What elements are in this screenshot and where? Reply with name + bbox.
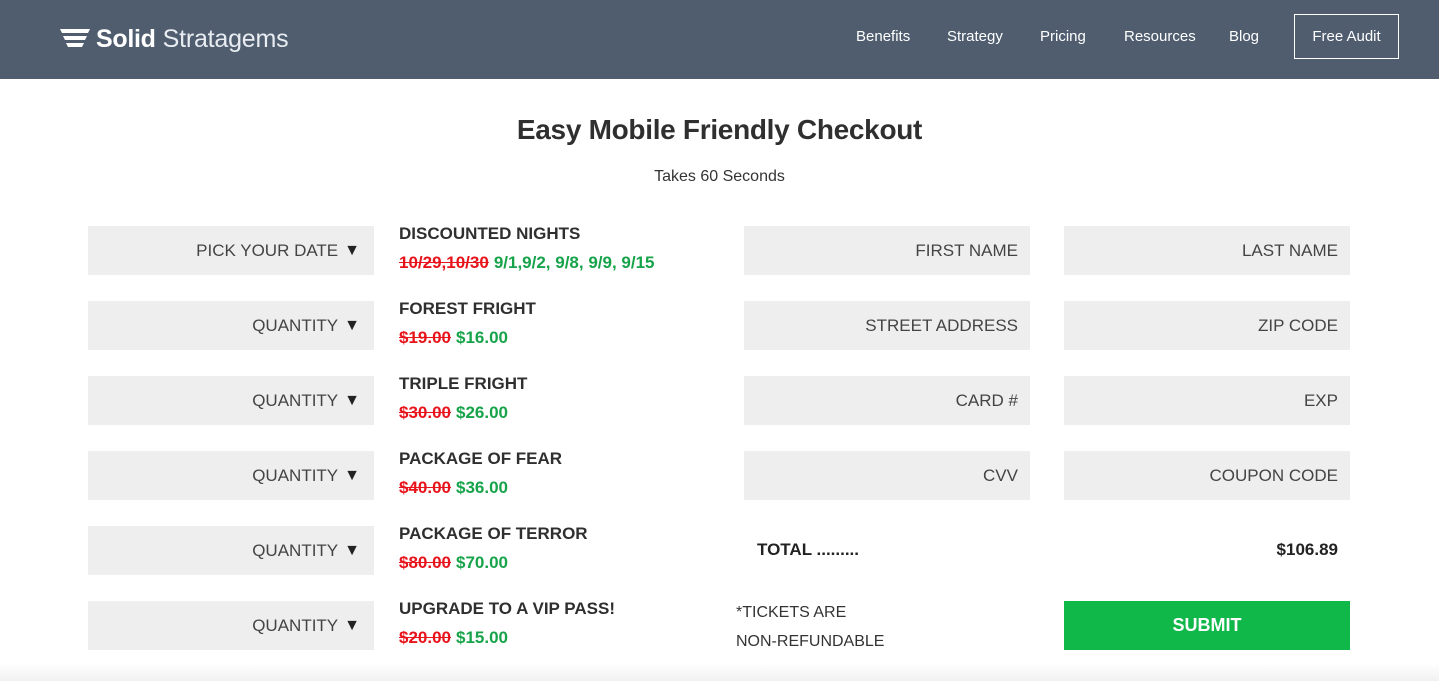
brand-name-light: Stratagems xyxy=(162,24,289,53)
product-vip-pass: UPGRADE TO A VIP PASS! $20.00 $15.00 xyxy=(399,599,729,648)
triangle-down-icon: ▼ xyxy=(344,616,360,634)
first-name-field[interactable] xyxy=(744,226,1030,275)
page-title: Easy Mobile Friendly Checkout xyxy=(516,114,923,145)
product-forest-fright: FOREST FRIGHT $19.00 $16.00 xyxy=(399,299,729,348)
quantity-select-forest-fright[interactable]: QUANTITY ▼ xyxy=(88,301,374,350)
street-address-field[interactable] xyxy=(744,301,1030,350)
coupon-code-field[interactable] xyxy=(1064,451,1350,500)
product-name: DISCOUNTED NIGHTS xyxy=(399,224,581,243)
product-package-of-terror: PACKAGE OF TERROR $80.00 $70.00 xyxy=(399,524,729,573)
product-discounted-nights: DISCOUNTED NIGHTS 10/29,10/30 9/1,9/2, 9/… xyxy=(399,224,729,273)
date-select[interactable]: PICK YOUR DATE ▼ xyxy=(88,226,374,275)
nav-resources[interactable]: Resources xyxy=(1124,26,1196,48)
new-price: $15.00 xyxy=(456,628,508,647)
nav-benefits[interactable]: Benefits xyxy=(856,26,910,48)
quantity-select-package-of-terror[interactable]: QUANTITY ▼ xyxy=(88,526,374,575)
nav-blog[interactable]: Blog xyxy=(1229,26,1259,48)
old-price: $30.00 xyxy=(399,403,451,422)
exp-field[interactable] xyxy=(1064,376,1350,425)
product-prices: $80.00 $70.00 xyxy=(399,553,729,573)
brand-logo[interactable]: Solid Stratagems xyxy=(60,22,289,56)
quantity-select-label: QUANTITY xyxy=(252,390,339,410)
product-name: FOREST FRIGHT xyxy=(399,299,536,318)
product-prices: $19.00 $16.00 xyxy=(399,328,729,348)
nav-pricing[interactable]: Pricing xyxy=(1040,26,1086,48)
triangle-down-icon: ▼ xyxy=(344,241,360,259)
old-price: $80.00 xyxy=(399,553,451,572)
new-price: $70.00 xyxy=(456,553,508,572)
site-header: Solid Stratagems Benefits Strategy Prici… xyxy=(0,0,1439,79)
cvv-field[interactable] xyxy=(744,451,1030,500)
nav-strategy[interactable]: Strategy xyxy=(947,26,1003,48)
zip-code-field[interactable] xyxy=(1064,301,1350,350)
product-name: PACKAGE OF TERROR xyxy=(399,524,588,543)
triangle-down-icon: ▼ xyxy=(344,466,360,484)
refund-notice: *TICKETS ARE NON-REFUNDABLE xyxy=(736,598,884,656)
submit-button[interactable]: SUBMIT xyxy=(1064,601,1350,650)
triangle-down-icon: ▼ xyxy=(344,391,360,409)
quantity-select-vip-pass[interactable]: QUANTITY ▼ xyxy=(88,601,374,650)
old-price: $40.00 xyxy=(399,478,451,497)
product-name: UPGRADE TO A VIP PASS! xyxy=(399,599,616,618)
new-price: $16.00 xyxy=(456,328,508,347)
product-prices: $40.00 $36.00 xyxy=(399,478,729,498)
refund-notice-line2: NON-REFUNDABLE xyxy=(736,633,885,650)
product-name: PACKAGE OF FEAR xyxy=(399,449,563,468)
product-prices: $20.00 $15.00 xyxy=(399,628,729,648)
quantity-select-label: QUANTITY xyxy=(252,465,339,485)
product-prices: $30.00 $26.00 xyxy=(399,403,729,423)
new-price: $36.00 xyxy=(456,478,508,497)
quantity-select-label: QUANTITY xyxy=(252,540,339,560)
old-price: $19.00 xyxy=(399,328,451,347)
old-price: 10/29,10/30 xyxy=(399,253,489,272)
free-audit-button[interactable]: Free Audit xyxy=(1294,14,1399,59)
old-price: $20.00 xyxy=(399,628,451,647)
triangle-down-icon: ▼ xyxy=(344,541,360,559)
total-label: TOTAL ......... xyxy=(757,540,860,559)
page-subtitle: Takes 60 Seconds xyxy=(654,168,785,185)
card-number-field[interactable] xyxy=(744,376,1030,425)
product-prices: 10/29,10/30 9/1,9/2, 9/8, 9/9, 9/15 xyxy=(399,253,729,273)
logo-icon xyxy=(60,29,90,47)
bottom-shadow xyxy=(0,663,1439,681)
date-select-label: PICK YOUR DATE xyxy=(196,240,339,260)
product-triple-fright: TRIPLE FRIGHT $30.00 $26.00 xyxy=(399,374,729,423)
quantity-select-label: QUANTITY xyxy=(252,615,339,635)
last-name-field[interactable] xyxy=(1064,226,1350,275)
triangle-down-icon: ▼ xyxy=(344,316,360,334)
quantity-select-triple-fright[interactable]: QUANTITY ▼ xyxy=(88,376,374,425)
product-name: TRIPLE FRIGHT xyxy=(399,374,528,393)
quantity-select-package-of-fear[interactable]: QUANTITY ▼ xyxy=(88,451,374,500)
new-price: $26.00 xyxy=(456,403,508,422)
total-amount: $106.89 xyxy=(1276,540,1338,559)
new-price: 9/1,9/2, 9/8, 9/9, 9/15 xyxy=(493,253,655,272)
quantity-select-label: QUANTITY xyxy=(252,315,339,335)
brand-name-bold: Solid xyxy=(96,24,156,53)
refund-notice-line1: *TICKETS ARE xyxy=(736,604,847,621)
product-package-of-fear: PACKAGE OF FEAR $40.00 $36.00 xyxy=(399,449,729,498)
